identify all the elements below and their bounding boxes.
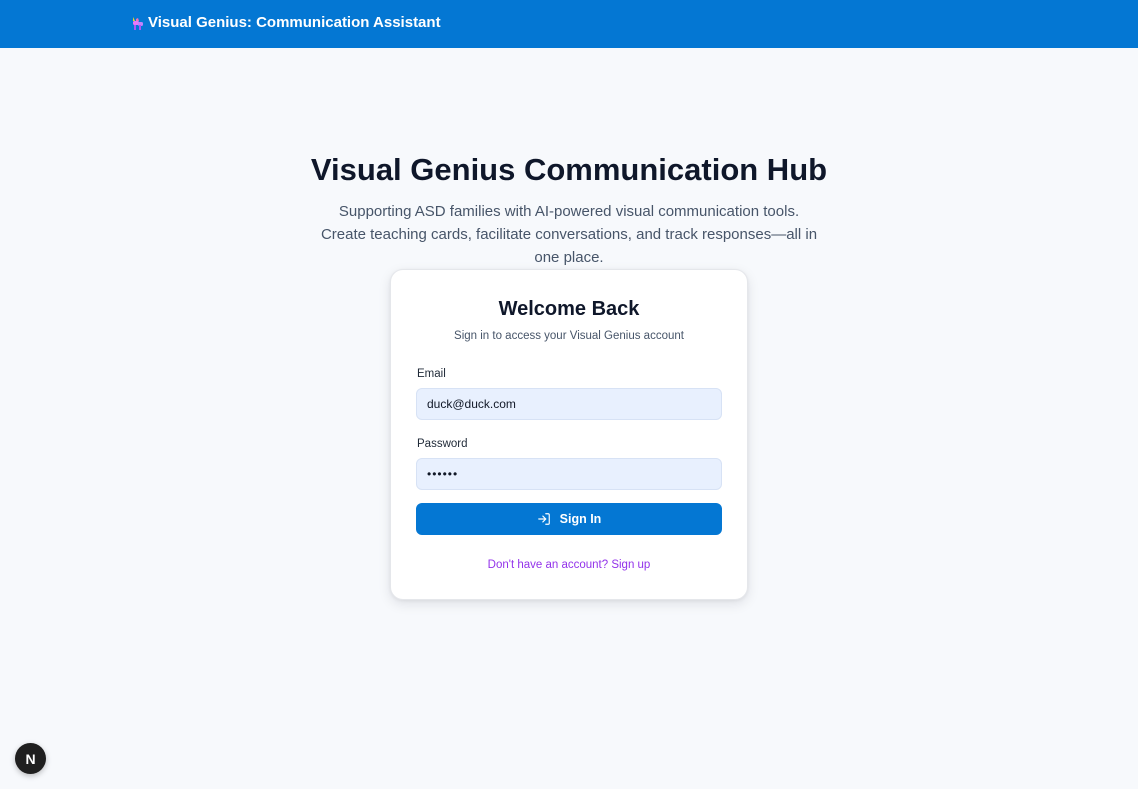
email-label: Email	[417, 368, 446, 380]
login-card: Welcome Back Sign in to access your Visu…	[390, 269, 748, 600]
app-brand[interactable]: Visual Genius: Communication Assistant	[130, 14, 441, 31]
password-field[interactable]	[416, 458, 722, 490]
sign-in-button[interactable]: Sign In	[416, 503, 722, 535]
email-field[interactable]	[416, 388, 722, 420]
top-navigation-bar: Visual Genius: Communication Assistant	[0, 0, 1138, 48]
sign-in-label: Sign In	[559, 512, 602, 526]
login-card-title: Welcome Back	[498, 298, 640, 320]
log-in-icon	[537, 512, 551, 526]
nextjs-dev-badge[interactable]: N	[15, 743, 46, 774]
password-label: Password	[417, 438, 468, 450]
page-subtitle: Supporting ASD families with AI-powered …	[320, 203, 818, 266]
sign-up-link[interactable]: Don't have an account? Sign up	[391, 559, 747, 571]
nextjs-icon: N	[25, 750, 36, 767]
unicorn-icon	[130, 15, 145, 31]
app-title: Visual Genius: Communication Assistant	[148, 14, 441, 31]
login-card-subtitle: Sign in to access your Visual Genius acc…	[454, 330, 684, 342]
page-title: Visual Genius Communication Hub	[310, 152, 828, 187]
